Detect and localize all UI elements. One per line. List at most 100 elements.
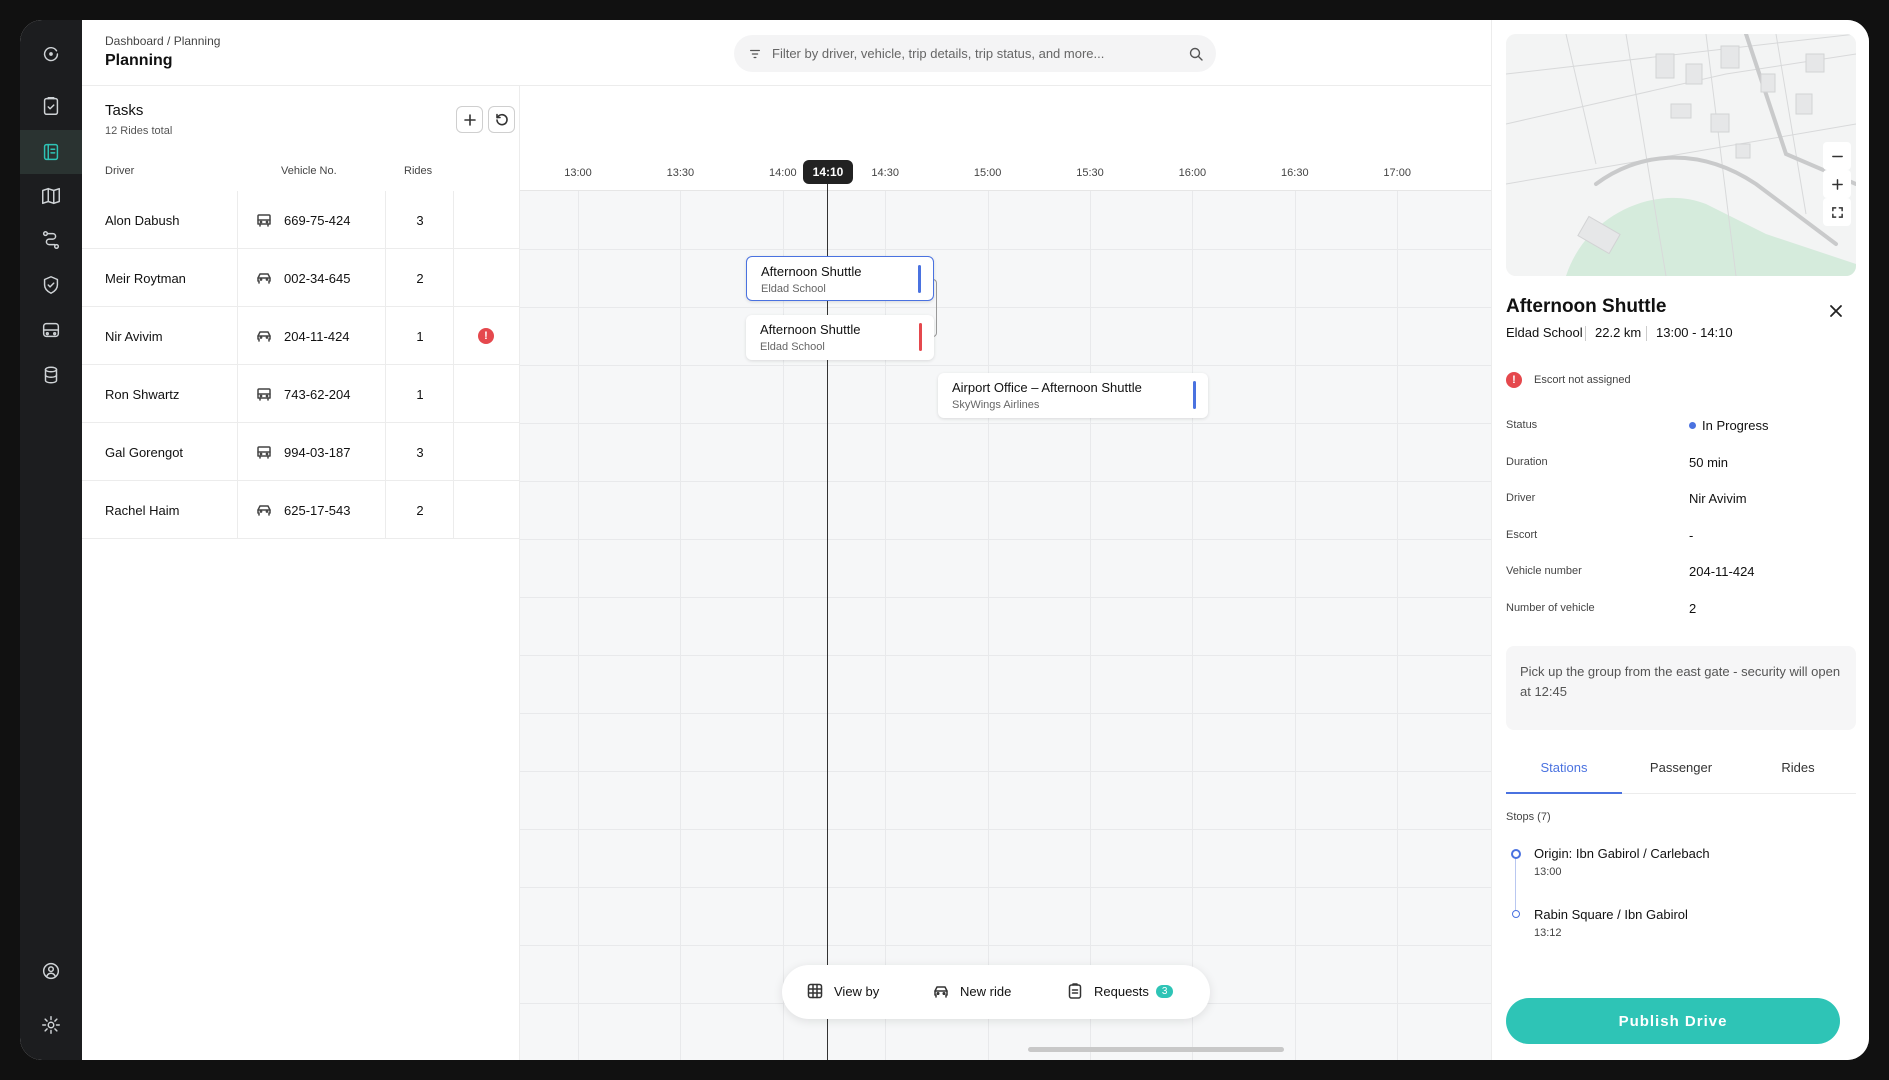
rides-cell: 2 bbox=[386, 249, 454, 307]
close-icon[interactable] bbox=[1827, 302, 1845, 320]
detail-label: Number of vehicle bbox=[1506, 602, 1595, 614]
time-tick-label: 14:30 bbox=[871, 167, 899, 179]
requests-button[interactable]: Requests 3 bbox=[1066, 982, 1174, 1000]
settings-icon[interactable] bbox=[32, 1006, 70, 1044]
car-icon bbox=[257, 273, 271, 284]
vehicle-cell: 625-17-543 bbox=[238, 481, 386, 539]
profile-icon[interactable] bbox=[32, 952, 70, 990]
minus-icon bbox=[1831, 155, 1843, 157]
table-row[interactable]: Rachel Haim 625-17-543 2 bbox=[82, 481, 520, 539]
tab-rides[interactable]: Rides bbox=[1740, 760, 1856, 794]
grid-line bbox=[520, 771, 1491, 772]
detail-value: 2 bbox=[1689, 601, 1697, 616]
add-task-button[interactable] bbox=[456, 106, 483, 133]
column-header-vehicle[interactable]: Vehicle No. bbox=[281, 165, 337, 177]
ride-card-subtitle: Eldad School bbox=[761, 283, 826, 295]
map-icon[interactable] bbox=[32, 177, 70, 215]
vehicle-number: 002-34-645 bbox=[284, 271, 351, 286]
grid-line bbox=[520, 481, 1491, 482]
grid-line bbox=[520, 597, 1491, 598]
view-by-button[interactable]: View by bbox=[806, 982, 879, 1000]
table-row[interactable]: Ron Shwartz 743-62-204 1 bbox=[82, 365, 520, 423]
car-icon bbox=[257, 505, 271, 516]
ride-distance: 22.2 km bbox=[1595, 325, 1642, 340]
meta-divider bbox=[1646, 326, 1647, 341]
table-row[interactable]: Gal Gorengot 994-03-187 3 bbox=[82, 423, 520, 481]
ride-card-title: Afternoon Shuttle bbox=[761, 264, 862, 279]
alert-icon: ! bbox=[1506, 372, 1522, 388]
zoom-in-button[interactable] bbox=[1823, 170, 1851, 198]
tab-passenger[interactable]: Passenger bbox=[1623, 760, 1739, 794]
grid-line bbox=[1294, 191, 1296, 1060]
horizontal-scrollbar[interactable] bbox=[1028, 1047, 1284, 1052]
ride-card[interactable]: Afternoon Shuttle Eldad School bbox=[746, 256, 934, 301]
vehicle-number: 204-11-424 bbox=[284, 329, 350, 344]
car-icon bbox=[257, 331, 271, 342]
ride-card[interactable]: Airport Office – Afternoon Shuttle SkyWi… bbox=[938, 373, 1208, 418]
expand-icon bbox=[1831, 206, 1843, 218]
map-drawing bbox=[1506, 34, 1856, 276]
bus-icon bbox=[257, 214, 271, 227]
stop-name[interactable]: Rabin Square / Ibn Gabirol bbox=[1534, 907, 1688, 922]
grid-line bbox=[520, 365, 1491, 366]
search-placeholder: Filter by driver, vehicle, trip details,… bbox=[772, 46, 1105, 61]
vehicle-number: 743-62-204 bbox=[284, 387, 351, 402]
table-row[interactable]: Meir Roytman 002-34-645 2 bbox=[82, 249, 520, 307]
driver-name: Meir Roytman bbox=[105, 271, 186, 286]
driver-name: Ron Shwartz bbox=[105, 387, 180, 402]
search-icon[interactable] bbox=[1188, 46, 1204, 62]
column-header-rides[interactable]: Rides bbox=[404, 165, 432, 177]
fullscreen-button[interactable] bbox=[1823, 198, 1851, 226]
rides-cell: 3 bbox=[386, 423, 454, 481]
rides-count: 1 bbox=[416, 387, 424, 402]
stop-name[interactable]: Origin: Ibn Gabirol / Carlebach bbox=[1534, 846, 1710, 861]
tasks-title: Tasks bbox=[105, 102, 144, 119]
driver-name: Gal Gorengot bbox=[105, 445, 184, 460]
grid-line bbox=[1397, 191, 1399, 1060]
publish-drive-button[interactable]: Publish Drive bbox=[1506, 998, 1840, 1044]
planning-icon[interactable] bbox=[20, 130, 82, 174]
vehicle-cell: 743-62-204 bbox=[238, 365, 386, 423]
vehicle-icon[interactable] bbox=[32, 311, 70, 349]
requests-count-badge: 3 bbox=[1155, 984, 1174, 998]
detail-value: Nir Avivim bbox=[1689, 491, 1747, 506]
grid-icon bbox=[807, 983, 823, 999]
grid-line bbox=[520, 945, 1491, 946]
plus-icon bbox=[1831, 178, 1843, 190]
database-icon[interactable] bbox=[32, 356, 70, 394]
detail-label: Driver bbox=[1506, 492, 1536, 504]
table-row[interactable]: Alon Dabush 669-75-424 3 bbox=[82, 191, 520, 249]
table-row[interactable]: Nir Avivim 204-11-424 1! bbox=[82, 307, 520, 365]
top-header: Dashboard / Planning Planning Filter by … bbox=[82, 20, 1491, 86]
tasks-panel: Tasks 12 Rides total Driver Vehicle No. … bbox=[82, 86, 520, 1060]
bus-icon bbox=[257, 446, 271, 459]
clipboard-icon[interactable] bbox=[32, 87, 70, 125]
breadcrumb[interactable]: Dashboard / Planning bbox=[105, 34, 220, 48]
grid-line bbox=[578, 191, 579, 1060]
ride-card[interactable]: Afternoon Shuttle Eldad School bbox=[746, 315, 934, 360]
tab-stations[interactable]: Stations bbox=[1506, 760, 1622, 794]
rides-count: 1 bbox=[416, 329, 424, 344]
shield-icon[interactable] bbox=[32, 266, 70, 304]
ride-time-range: 13:00 - 14:10 bbox=[1656, 325, 1733, 340]
search-input[interactable]: Filter by driver, vehicle, trip details,… bbox=[734, 35, 1216, 72]
column-header-driver[interactable]: Driver bbox=[105, 165, 134, 177]
refresh-button[interactable] bbox=[488, 106, 515, 133]
ride-detail-panel: Afternoon Shuttle Eldad School 22.2 km 1… bbox=[1491, 20, 1869, 1060]
grid-line bbox=[520, 307, 1491, 308]
view-by-label: View by bbox=[834, 983, 880, 999]
detail-value-status: In Progress bbox=[1689, 418, 1768, 433]
ride-card-title: Afternoon Shuttle bbox=[760, 322, 861, 337]
routes-icon[interactable] bbox=[32, 221, 70, 259]
route-map[interactable] bbox=[1506, 34, 1856, 276]
app-window: Dashboard / Planning Planning Filter by … bbox=[20, 20, 1869, 1060]
timeline-area[interactable]: 13:00 13:30 14:00 14:30 15:00 15:30 16:00 16:30… bbox=[520, 86, 1491, 1060]
zoom-out-button[interactable] bbox=[1823, 142, 1851, 170]
alert-icon[interactable]: ! bbox=[478, 328, 494, 344]
grid-line bbox=[520, 713, 1491, 714]
filter-icon[interactable] bbox=[748, 47, 762, 61]
logo-icon[interactable] bbox=[32, 35, 70, 73]
driver-name: Rachel Haim bbox=[105, 503, 180, 518]
vehicle-cell: 002-34-645 bbox=[238, 249, 386, 307]
new-ride-button[interactable]: New ride bbox=[932, 982, 1011, 1000]
